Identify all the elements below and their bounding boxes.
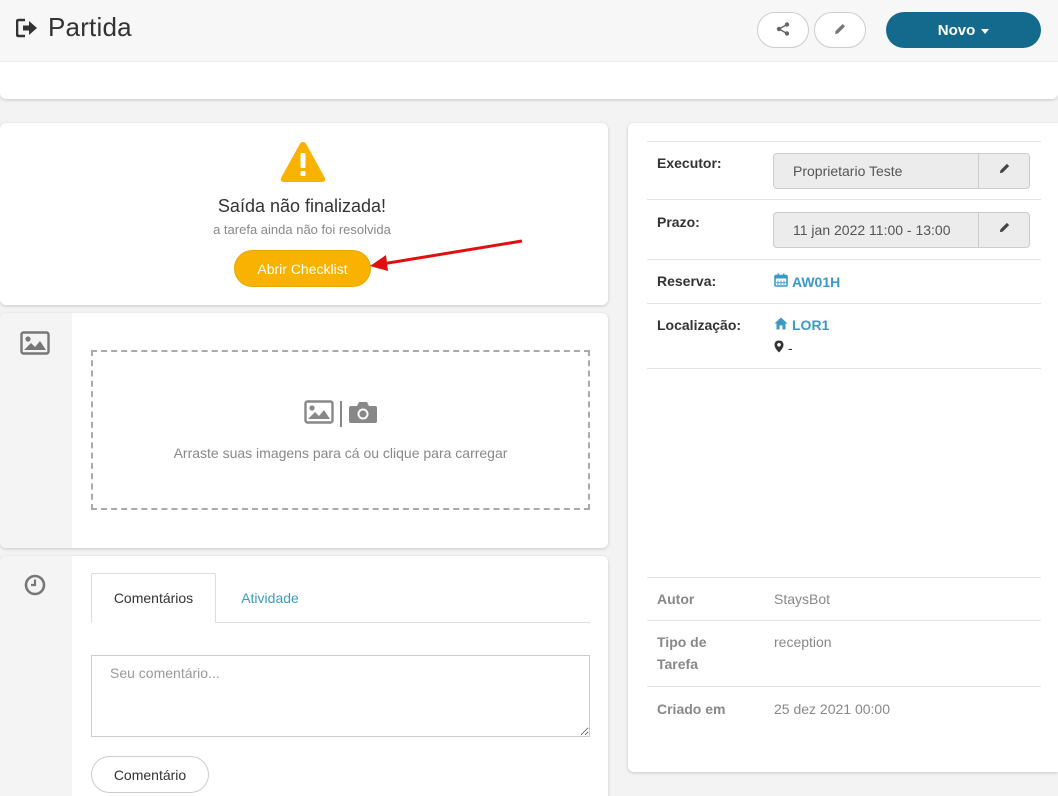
calendar-icon <box>774 273 788 290</box>
comments-tabs: Comentários Atividade <box>91 573 590 623</box>
home-icon <box>774 317 788 333</box>
edit-button[interactable] <box>814 12 866 48</box>
map-marker-icon <box>774 340 784 356</box>
new-button-label: Novo <box>937 21 976 39</box>
created-label: Criado em <box>657 701 726 717</box>
location-link[interactable]: LOR1 <box>774 317 829 333</box>
page-header: Partida Novo <box>0 0 1058 62</box>
location-sub-value: - <box>788 340 793 356</box>
caret-down-icon <box>981 28 990 34</box>
page-title: Partida <box>48 12 132 42</box>
images-card: Arraste suas imagens para cá ou clique p… <box>0 313 608 548</box>
warning-icon <box>280 141 326 188</box>
alert-title: Saída não finalizada! <box>217 196 387 216</box>
deadline-label: Prazo: <box>657 214 700 230</box>
comments-card: Comentários Atividade Comentário <box>0 556 608 796</box>
alert-subtitle: a tarefa ainda não foi resolvida <box>213 222 391 237</box>
pencil-icon <box>998 221 1011 239</box>
annotation-arrow <box>370 239 523 271</box>
location-value: LOR1 <box>792 317 830 333</box>
pencil-icon <box>998 162 1011 180</box>
image-dropzone[interactable]: Arraste suas imagens para cá ou clique p… <box>91 350 590 510</box>
executor-edit-button[interactable] <box>978 153 1030 189</box>
task-type-row: Tipo de Tarefa reception <box>647 621 1041 687</box>
dropzone-icons <box>303 399 378 429</box>
author-row: Autor StaysBot <box>647 577 1041 621</box>
details-card: Executor: Proprietario Teste Prazo: 11 j… <box>628 123 1058 772</box>
tab-comments[interactable]: Comentários <box>91 573 216 623</box>
title-wrap: Partida <box>16 12 132 43</box>
created-row: Criado em 25 dez 2021 00:00 <box>647 687 1041 731</box>
sign-out-icon <box>16 17 38 39</box>
clock-icon <box>24 574 46 601</box>
dropzone-text: Arraste suas imagens para cá ou clique p… <box>173 444 508 461</box>
reservation-value: AW01H <box>792 273 841 290</box>
comments-side-column <box>0 556 72 796</box>
location-address: - <box>774 340 793 356</box>
reservation-link[interactable]: AW01H <box>774 273 840 290</box>
location-label: Localização: <box>657 317 742 333</box>
pencil-icon <box>833 22 847 39</box>
deadline-value: 11 jan 2022 11:00 - 13:00 <box>773 212 979 248</box>
comment-input[interactable] <box>91 655 590 737</box>
toolbar-strip <box>0 62 1058 99</box>
image-icon <box>20 331 50 360</box>
task-type-value: reception <box>774 634 832 650</box>
task-type-label: Tipo de Tarefa <box>657 634 707 672</box>
share-button[interactable] <box>757 12 809 48</box>
reservation-label: Reserva: <box>657 273 717 289</box>
executor-label: Executor: <box>657 155 722 171</box>
location-row: Localização: LOR1 - <box>647 305 1041 369</box>
share-icon <box>776 21 790 39</box>
open-checklist-button[interactable]: Abrir Checklist <box>234 250 371 287</box>
images-side-column <box>0 313 72 548</box>
deadline-edit-button[interactable] <box>978 212 1030 248</box>
submit-comment-button[interactable]: Comentário <box>91 756 209 793</box>
created-value: 25 dez 2021 00:00 <box>774 701 890 717</box>
dropzone-separator <box>339 401 342 427</box>
camera-icon <box>348 400 378 429</box>
picture-icon <box>303 399 334 429</box>
new-dropdown-button[interactable]: Novo <box>886 12 1041 48</box>
executor-row: Executor: Proprietario Teste <box>647 141 1041 200</box>
deadline-row: Prazo: 11 jan 2022 11:00 - 13:00 <box>647 201 1041 260</box>
executor-value: Proprietario Teste <box>773 153 979 189</box>
author-label: Autor <box>657 591 695 607</box>
author-value: StaysBot <box>774 591 831 607</box>
reservation-row: Reserva: AW01H <box>647 261 1041 304</box>
tab-activity[interactable]: Atividade <box>216 573 324 623</box>
